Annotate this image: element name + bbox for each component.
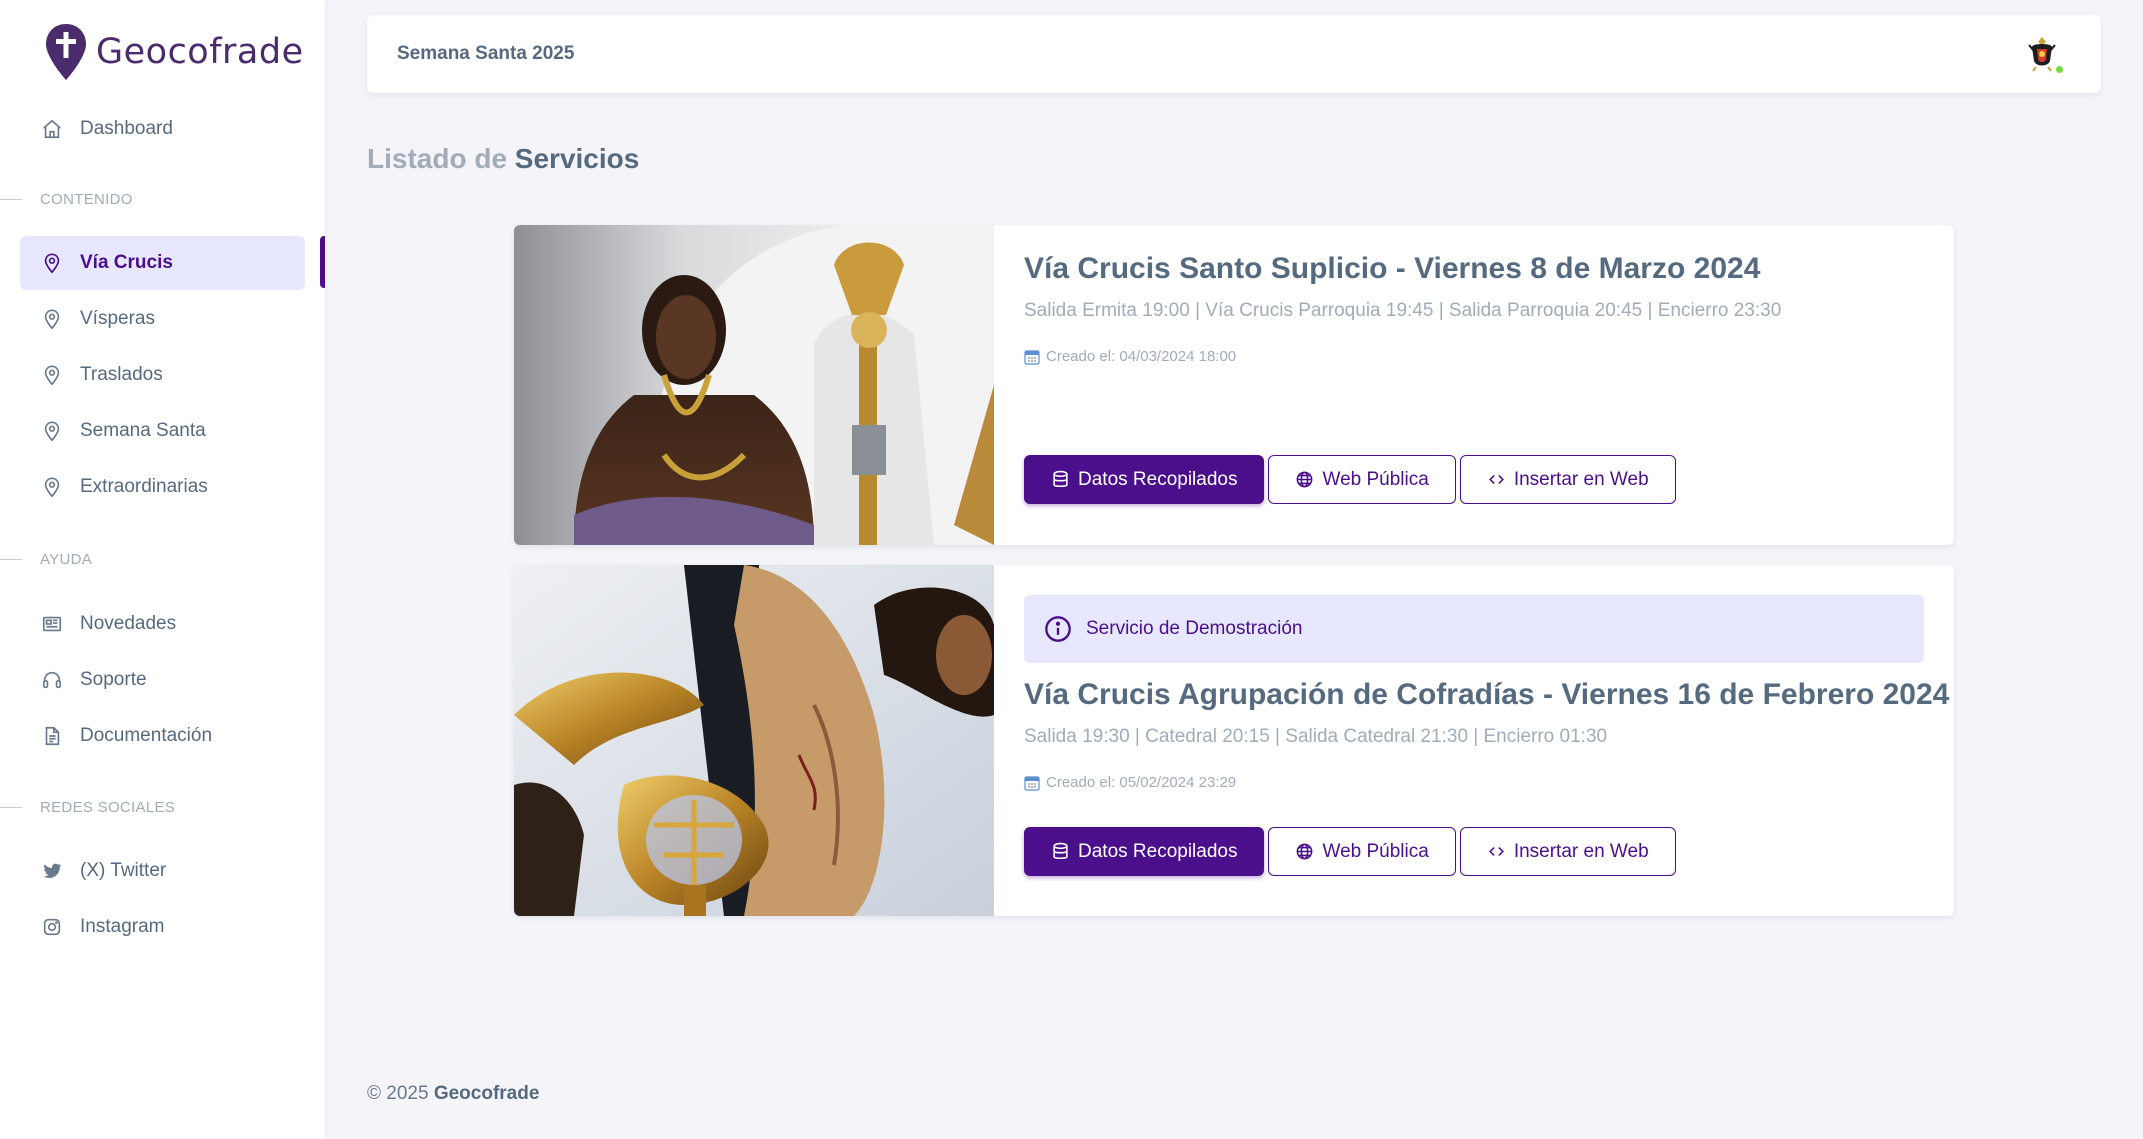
sidebar-item-label: Vía Crucis (80, 252, 173, 273)
sidebar-item-label: Instagram (80, 916, 165, 937)
sidebar-item-label: Soporte (80, 669, 147, 690)
avatar[interactable] (2021, 33, 2065, 75)
service-created-date: Creado el: 05/02/2024 23:29 (1024, 774, 1924, 791)
embed-web-button[interactable]: Insertar en Web (1459, 455, 1676, 504)
map-pin-icon (40, 307, 64, 331)
service-card: Servicio de Demostración Vía Crucis Agru… (514, 565, 1954, 916)
news-icon (40, 612, 64, 636)
public-web-button[interactable]: Web Pública (1268, 827, 1456, 876)
footer-brand-link[interactable]: Geocofrade (434, 1083, 540, 1104)
service-image (514, 225, 994, 545)
database-icon (1053, 470, 1068, 488)
sidebar-item-semana-santa[interactable]: Semana Santa (20, 404, 305, 458)
menu-header-contenido: CONTENIDO (0, 191, 133, 208)
sidebar-item-visperas[interactable]: Vísperas (20, 292, 305, 346)
sidebar-item-traslados[interactable]: Traslados (20, 348, 305, 402)
service-title: Vía Crucis Agrupación de Cofradías - Vie… (1024, 678, 1950, 711)
sidebar-item-via-crucis[interactable]: Vía Crucis (20, 236, 305, 290)
globe-icon (1297, 843, 1313, 860)
sidebar-item-twitter[interactable]: (X) Twitter (20, 844, 305, 898)
service-schedule: Salida 19:30 | Catedral 20:15 | Salida C… (1024, 726, 1608, 747)
brand[interactable]: Geocofrade (44, 22, 304, 82)
service-created-date: Creado el: 04/03/2024 18:00 (1024, 348, 1924, 365)
sidebar-item-label: (X) Twitter (80, 860, 167, 881)
service-schedule: Salida Ermita 19:00 | Vía Crucis Parroqu… (1024, 300, 1782, 321)
code-icon (1488, 846, 1504, 857)
sidebar: Geocofrade Dashboard CONTENIDO Vía Cruci… (0, 0, 325, 1139)
file-text-icon (40, 724, 64, 748)
service-actions: Datos Recopilados Web Pública Insertar e… (1024, 827, 1676, 876)
service-card-body: Vía Crucis Santo Suplicio - Viernes 8 de… (1024, 225, 1924, 504)
public-web-button[interactable]: Web Pública (1268, 455, 1456, 504)
twitter-icon (40, 859, 64, 883)
sidebar-item-label: Extraordinarias (80, 476, 208, 497)
map-pin-icon (40, 363, 64, 387)
sidebar-item-label: Novedades (80, 613, 177, 634)
code-icon (1488, 474, 1504, 485)
menu-header-ayuda: AYUDA (0, 551, 92, 568)
online-status-dot (2054, 64, 2065, 75)
collected-data-button[interactable]: Datos Recopilados (1024, 827, 1265, 876)
calendar-icon (1024, 349, 1040, 365)
database-icon (1053, 842, 1068, 860)
instagram-icon (40, 915, 64, 939)
sidebar-item-documentacion[interactable]: Documentación (20, 709, 305, 763)
service-image (514, 565, 994, 916)
sidebar-item-novedades[interactable]: Novedades (20, 597, 305, 651)
demo-service-alert: Servicio de Demostración (1024, 595, 1924, 663)
sidebar-item-label: Traslados (80, 364, 163, 385)
sidebar-item-instagram[interactable]: Instagram (20, 900, 305, 954)
footer: © 2025 Geocofrade (367, 1083, 540, 1104)
sidebar-item-label: Semana Santa (80, 420, 206, 441)
collected-data-button[interactable]: Datos Recopilados (1024, 455, 1265, 504)
home-icon (40, 117, 64, 141)
map-pin-icon (40, 475, 64, 499)
map-pin-icon (40, 251, 64, 275)
service-card-body: Servicio de Demostración Vía Crucis Agru… (1024, 565, 1950, 876)
map-pin-icon (40, 419, 64, 443)
headset-icon (40, 668, 64, 692)
menu-header-redes-sociales: REDES SOCIALES (0, 799, 175, 816)
navbar-title: Semana Santa 2025 (397, 43, 575, 64)
sidebar-item-label: Documentación (80, 725, 213, 746)
embed-web-button[interactable]: Insertar en Web (1459, 827, 1676, 876)
sidebar-item-extraordinarias[interactable]: Extraordinarias (20, 460, 305, 514)
calendar-icon (1024, 775, 1040, 791)
service-title: Vía Crucis Santo Suplicio - Viernes 8 de… (1024, 252, 1761, 285)
brand-logo-icon (46, 24, 86, 80)
sidebar-item-dashboard[interactable]: Dashboard (20, 102, 305, 156)
brand-name: Geocofrade (96, 32, 304, 72)
sidebar-item-label: Vísperas (80, 308, 155, 329)
globe-icon (1297, 471, 1313, 488)
sidebar-item-soporte[interactable]: Soporte (20, 653, 305, 707)
active-indicator (320, 236, 325, 288)
top-navbar: Semana Santa 2025 (367, 15, 2101, 93)
service-card: Vía Crucis Santo Suplicio - Viernes 8 de… (514, 225, 1954, 545)
page-title: Listado de Servicios (367, 143, 640, 174)
sidebar-item-label: Dashboard (80, 118, 173, 139)
service-actions: Datos Recopilados Web Pública Insertar e… (1024, 455, 1676, 504)
info-icon (1045, 616, 1071, 642)
